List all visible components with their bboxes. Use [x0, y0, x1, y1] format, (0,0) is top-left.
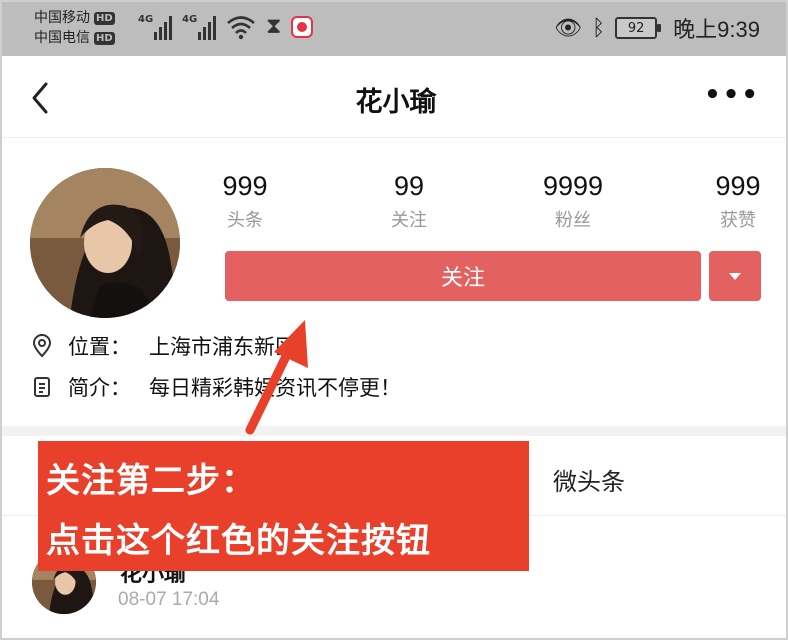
title-bar: 花小瑜 •••: [2, 56, 786, 138]
location-row: 位置： 上海市浦东新区: [30, 331, 296, 361]
carrier-2: 中国电信: [34, 30, 90, 46]
document-icon: [34, 377, 50, 397]
more-icon[interactable]: •••: [704, 82, 760, 108]
stat-likes[interactable]: 999 获赞: [683, 170, 786, 232]
post-timestamp: 08-07 17:04: [118, 589, 220, 610]
stat-label: 关注: [391, 210, 427, 231]
bio-row: 简介： 每日精彩韩娱资讯不停更！: [30, 372, 401, 402]
status-icons: 4G 4G ⧗: [138, 14, 314, 40]
location-value: 上海市浦东新区: [149, 335, 296, 359]
signal-icon: 4G: [182, 14, 216, 40]
bluetooth-icon: ᛒ: [591, 15, 606, 41]
annotation-line-2: 点击这个红色的关注按钮: [46, 521, 431, 561]
caret-down-icon: [729, 272, 741, 280]
location-pin-icon: [32, 334, 52, 358]
eye-icon: 👁: [554, 15, 582, 41]
tutorial-annotation: 关注第二步： 点击这个红色的关注按钮: [38, 441, 529, 571]
stat-value: 999: [715, 171, 761, 201]
status-bar: 中国移动 HD 中国电信 HD 4G 4G ⧗ 👁 ᛒ 92 晚上9:39: [2, 2, 786, 56]
app-screen: 中国移动 HD 中国电信 HD 4G 4G ⧗ 👁 ᛒ 92 晚上9:39 花小…: [0, 0, 788, 640]
page-title: 花小瑜: [355, 87, 437, 118]
tab-weitoutiao[interactable]: 微头条: [553, 462, 625, 497]
follow-dropdown-button[interactable]: [709, 251, 761, 301]
follow-button[interactable]: 关注: [225, 251, 701, 301]
battery-icon: 92: [615, 17, 662, 39]
hourglass-icon: ⧗: [266, 14, 282, 39]
app-notification-icon: [291, 16, 314, 38]
bio-label: 简介：: [68, 376, 131, 400]
stat-label: 获赞: [720, 210, 756, 231]
clock: 晚上9:39: [673, 17, 760, 42]
avatar[interactable]: [30, 168, 180, 318]
signal-icon: 4G: [138, 14, 172, 40]
stat-label: 粉丝: [555, 210, 591, 231]
stat-value: 99: [393, 171, 425, 201]
stat-fans[interactable]: 9999 粉丝: [518, 170, 628, 232]
hd-badge: HD: [94, 11, 115, 25]
hd-badge: HD: [94, 31, 115, 45]
status-right: 👁 ᛒ 92 晚上9:39: [554, 12, 760, 44]
stat-value: 9999: [542, 171, 604, 201]
stat-following[interactable]: 99 关注: [354, 170, 464, 232]
annotation-line-1: 关注第二步：: [46, 461, 256, 501]
wifi-icon: [227, 16, 255, 40]
carrier-1: 中国移动: [34, 10, 90, 26]
carrier-info: 中国移动 HD 中国电信 HD: [34, 8, 115, 48]
section-divider: [2, 426, 786, 436]
location-label: 位置：: [68, 335, 131, 359]
stat-label: 头条: [227, 210, 263, 231]
stat-toutiao[interactable]: 999 头条: [190, 170, 300, 232]
profile-stats: 999 头条 99 关注 9999 粉丝 999 获赞: [192, 170, 782, 240]
stat-value: 999: [222, 171, 268, 201]
bio-value: 每日精彩韩娱资讯不停更！: [149, 376, 401, 400]
